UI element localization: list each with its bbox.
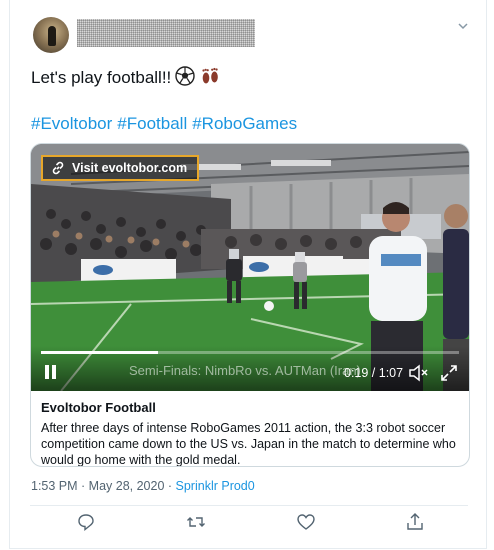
avatar[interactable] — [33, 17, 69, 53]
tweet-meta: 1:53 PM · May 28, 2020 · Sprinklr Prod0 — [31, 479, 255, 493]
media-card[interactable]: Visit evoltobor.com Semi-Finals: NimbRo … — [30, 143, 470, 467]
chevron-down-icon[interactable] — [456, 19, 470, 33]
tweet-text: Let's play football!! — [31, 66, 221, 88]
video-caption: Semi-Finals: NimbRo vs. AUTMan (Iran) — [129, 363, 361, 378]
card-info[interactable]: Evoltobor Football After three days of i… — [31, 392, 469, 467]
user-name-redacted[interactable] — [77, 19, 255, 47]
divider — [30, 505, 468, 506]
volume-muted-icon[interactable] — [408, 364, 428, 382]
pause-icon[interactable] — [43, 365, 59, 381]
tweet-timestamp[interactable]: 1:53 PM · May 28, 2020 — [31, 479, 164, 493]
link-icon — [52, 161, 64, 175]
tweet-source[interactable]: Sprinklr Prod0 — [176, 479, 255, 493]
video-time: 0:19 / 1:07 — [344, 366, 404, 380]
footprints-icon — [202, 67, 219, 84]
hashtag-link[interactable]: #Football — [117, 114, 187, 133]
card-title: Evoltobor Football — [41, 400, 156, 415]
visit-site-label: Visit evoltobor.com — [72, 161, 188, 175]
action-bar — [0, 512, 494, 534]
retweet-icon[interactable] — [186, 512, 206, 532]
hashtag-link[interactable]: #Evoltobor — [31, 114, 112, 133]
video-player[interactable]: Visit evoltobor.com Semi-Finals: NimbRo … — [31, 144, 469, 391]
meta-separator: · — [164, 479, 176, 493]
card-description: After three days of intense RoboGames 20… — [41, 421, 456, 467]
progress-bar[interactable] — [41, 351, 459, 354]
like-icon[interactable] — [296, 512, 316, 532]
visit-site-button[interactable]: Visit evoltobor.com — [41, 155, 200, 181]
hashtags: #Evoltobor #Football #RoboGames — [31, 114, 302, 134]
progress-fill — [41, 351, 159, 354]
tweet-body: Let's play football!! — [31, 68, 172, 87]
hashtag-link[interactable]: #RoboGames — [192, 114, 297, 133]
expand-icon[interactable] — [440, 364, 458, 382]
reply-icon[interactable] — [76, 512, 96, 532]
video-controls: Semi-Finals: NimbRo vs. AUTMan (Iran) 0:… — [31, 346, 469, 391]
share-icon[interactable] — [405, 512, 425, 532]
soccer-ball-icon — [175, 66, 195, 86]
